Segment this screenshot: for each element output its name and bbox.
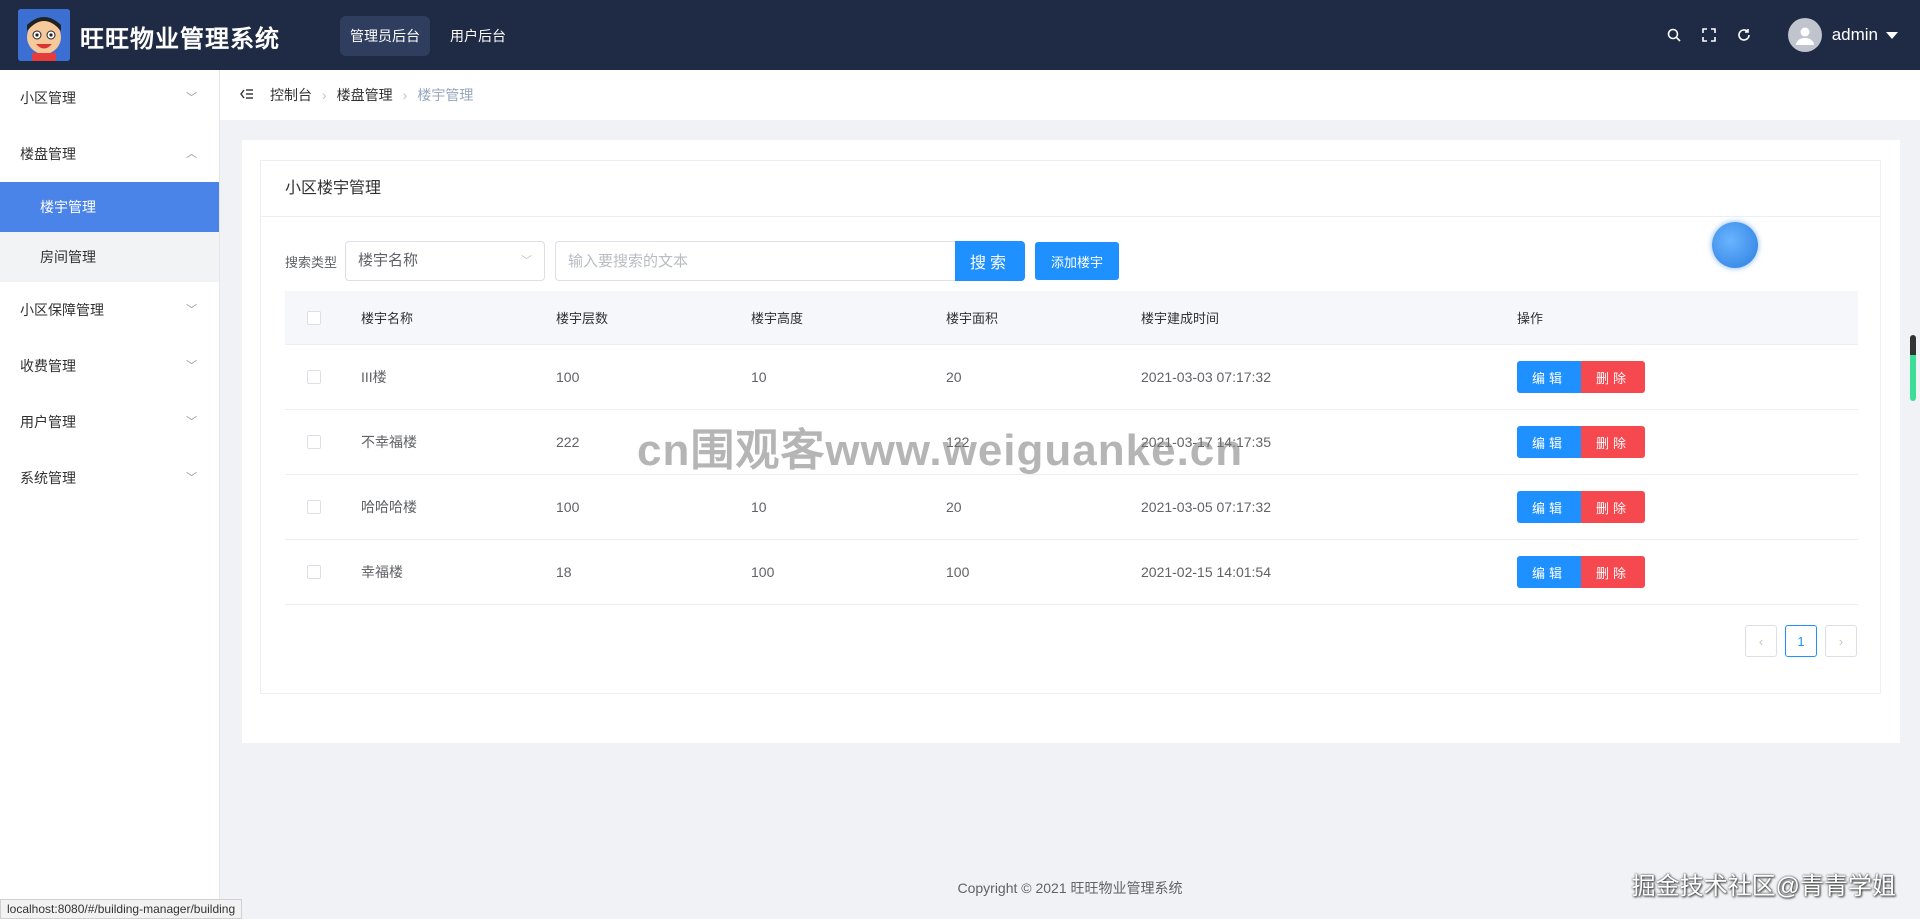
table-row: 哈哈哈楼 100 10 20 2021-03-05 07:17:32 编辑 删除 (285, 475, 1858, 540)
collapse-sidebar-icon[interactable] (240, 87, 254, 103)
chevron-down-icon: ﹀ (186, 360, 197, 372)
cell-built-time: 2021-02-15 14:01:54 (1141, 564, 1271, 580)
breadcrumb-current: 楼宇管理 (417, 87, 474, 103)
status-bar-url: localhost:8080/#/building-manager/buildi… (0, 899, 243, 919)
sidebar-item-label: 小区管理 (20, 90, 76, 106)
breadcrumb-separator-icon: › (322, 87, 327, 103)
header-name: 楼宇名称 (361, 311, 414, 326)
refresh-icon[interactable] (1735, 26, 1753, 44)
row-checkbox[interactable] (307, 435, 321, 449)
sidebar-subitem-room[interactable]: 房间管理 (0, 232, 219, 282)
site-watermark: cn围观客www.weiguanke.cn (637, 426, 1244, 475)
search-row: 搜索类型 楼宇名称 ﹀ 搜索 添加楼宇 (285, 241, 1120, 281)
cell-built-time: 2021-03-03 07:17:32 (1141, 369, 1271, 385)
chevron-down-icon: ﹀ (186, 92, 197, 104)
breadcrumb-property[interactable]: 楼盘管理 (337, 85, 393, 105)
top-nav: 管理员后台 用户后台 (340, 16, 516, 56)
prev-page-button[interactable]: ‹ (1745, 625, 1777, 657)
header-height: 楼宇高度 (751, 311, 804, 326)
breadcrumb-separator-icon: › (402, 87, 408, 103)
chevron-up-icon: ︿ (186, 148, 197, 160)
chevron-down-icon: ﹀ (186, 416, 197, 428)
chevron-down-icon: ﹀ (186, 472, 197, 484)
search-type-value: 楼宇名称 (358, 252, 419, 269)
delete-button[interactable]: 删除 (1581, 361, 1645, 393)
sidebar-item-label: 楼盘管理 (20, 146, 76, 162)
select-all-checkbox[interactable] (307, 310, 321, 325)
fullscreen-icon[interactable] (1700, 26, 1718, 44)
header-built-time: 楼宇建成时间 (1141, 311, 1220, 326)
delete-button[interactable]: 删除 (1581, 556, 1645, 588)
sidebar: 小区管理 ﹀ 楼盘管理 ︿ 楼宇管理 房间管理 小区保障管理 ﹀ 收费管理 ﹀ … (0, 70, 220, 919)
avatar[interactable] (1787, 18, 1822, 52)
sidebar-item-label: 用户管理 (20, 414, 76, 430)
edit-button[interactable]: 编辑 (1517, 361, 1581, 393)
edit-button[interactable]: 编辑 (1517, 491, 1581, 523)
search-button[interactable]: 搜索 (955, 241, 1026, 281)
cell-name: 幸福楼 (361, 564, 403, 580)
community-watermark: 掘金技术社区@青青学姐 (1631, 873, 1896, 900)
search-icon[interactable] (1665, 26, 1683, 44)
sidebar-item-label: 收费管理 (20, 358, 76, 374)
cell-built-time: 2021-03-05 07:17:32 (1141, 499, 1271, 515)
cell-name: 不幸福楼 (361, 434, 417, 450)
add-building-button[interactable]: 添加楼宇 (1035, 242, 1120, 280)
sidebar-item-property[interactable]: 楼盘管理 ︿ (0, 126, 219, 182)
cell-name: III楼 (361, 369, 387, 385)
app-title: 旺旺物业管理系统 (80, 26, 280, 53)
main-area: 控制台 › 楼盘管理 › 楼宇管理 小区楼宇管理 搜索类型 楼宇名称 ﹀ 搜索 … (220, 70, 1920, 919)
pagination: ‹ 1 › (1745, 625, 1857, 657)
table-row: 幸福楼 18 100 100 2021-02-15 14:01:54 编辑 删除 (285, 540, 1858, 605)
chevron-down-icon: ﹀ (186, 304, 197, 316)
cell-floors: 100 (556, 369, 580, 385)
sidebar-item-system[interactable]: 系统管理 ﹀ (0, 450, 219, 506)
sidebar-item-community[interactable]: 小区管理 ﹀ (0, 70, 219, 126)
table-row: III楼 100 10 20 2021-03-03 07:17:32 编辑 删除 (285, 345, 1858, 410)
page-number[interactable]: 1 (1785, 625, 1817, 657)
edit-button[interactable]: 编辑 (1517, 556, 1581, 588)
sidebar-item-security[interactable]: 小区保障管理 ﹀ (0, 282, 219, 338)
top-bar: 旺旺物业管理系统 管理员后台 用户后台 admin (0, 0, 1920, 70)
cell-height: 100 (751, 564, 775, 580)
nav-admin-backend[interactable]: 管理员后台 (340, 16, 430, 56)
user-dropdown-icon[interactable] (1886, 31, 1898, 39)
cell-floors: 18 (556, 564, 572, 580)
cell-name: 哈哈哈楼 (361, 499, 417, 515)
search-input[interactable] (555, 241, 956, 281)
username[interactable]: admin (1832, 25, 1878, 45)
cell-area: 20 (946, 499, 962, 515)
top-right-tools: admin (1665, 0, 1920, 70)
breadcrumb: 控制台 › 楼盘管理 › 楼宇管理 (220, 70, 1920, 120)
panel-title: 小区楼宇管理 (261, 161, 1880, 217)
row-checkbox[interactable] (307, 500, 321, 514)
logo-image (18, 9, 70, 61)
floating-assistant-icon[interactable] (1712, 222, 1758, 268)
delete-button[interactable]: 删除 (1581, 426, 1645, 458)
row-checkbox[interactable] (307, 565, 321, 579)
sidebar-item-label: 小区保障管理 (20, 302, 104, 318)
cell-floors: 100 (556, 499, 580, 515)
nav-user-backend[interactable]: 用户后台 (440, 16, 516, 56)
sidebar-item-fees[interactable]: 收费管理 ﹀ (0, 338, 219, 394)
row-checkbox[interactable] (307, 370, 321, 384)
sidebar-item-users[interactable]: 用户管理 ﹀ (0, 394, 219, 450)
table-header: 楼宇名称 楼宇层数 楼宇高度 楼宇面积 楼宇建成时间 操作 (285, 291, 1858, 345)
search-type-select[interactable]: 楼宇名称 ﹀ (345, 241, 546, 281)
breadcrumb-dashboard[interactable]: 控制台 (270, 85, 312, 105)
cell-area: 100 (946, 564, 970, 580)
scroll-indicator[interactable] (1910, 335, 1916, 401)
cell-height: 10 (751, 499, 767, 515)
edit-button[interactable]: 编辑 (1517, 426, 1581, 458)
sidebar-subitem-building[interactable]: 楼宇管理 (0, 182, 219, 232)
header-operations: 操作 (1517, 311, 1544, 326)
cell-height: 10 (751, 369, 767, 385)
sidebar-item-label: 系统管理 (20, 470, 76, 486)
next-page-button[interactable]: › (1825, 625, 1857, 657)
header-floors: 楼宇层数 (556, 311, 609, 326)
header-area: 楼宇面积 (946, 311, 999, 326)
search-type-label: 搜索类型 (285, 254, 338, 270)
delete-button[interactable]: 删除 (1581, 491, 1645, 523)
chevron-down-icon: ﹀ (521, 255, 533, 267)
cell-area: 20 (946, 369, 962, 385)
